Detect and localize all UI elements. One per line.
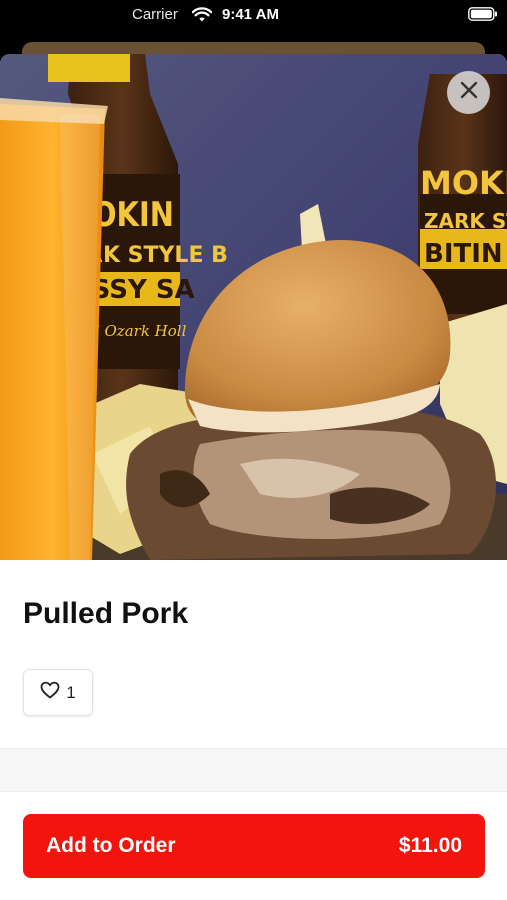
- battery-icon: [468, 7, 498, 26]
- status-bar: Carrier 9:41 AM: [0, 0, 507, 42]
- like-button[interactable]: 1: [23, 669, 93, 716]
- carrier-label: Carrier: [132, 6, 178, 23]
- clock-time: 9:41 AM: [222, 6, 279, 23]
- heart-icon: [40, 681, 60, 704]
- bottle-right-label-1: MOKIN: [420, 164, 507, 202]
- order-price: $11.00: [398, 834, 462, 857]
- wifi-icon: [191, 7, 213, 28]
- like-count: 1: [66, 682, 76, 702]
- bottle-right-label-2: ZARK STY: [424, 209, 507, 233]
- item-photo: OKIN RK STYLE B ISSY SA al Ozark Holl MO…: [0, 54, 507, 560]
- item-title: Pulled Pork: [23, 597, 189, 630]
- item-detail-sheet: OKIN RK STYLE B ISSY SA al Ozark Holl MO…: [0, 54, 507, 900]
- bottle-left-label-1: OKIN: [92, 196, 174, 235]
- bottle-left-label-4: al Ozark Holl: [86, 322, 187, 340]
- add-to-order-button[interactable]: Add to Order $11.00: [23, 814, 485, 878]
- add-to-order-label: Add to Order: [46, 834, 176, 857]
- close-button[interactable]: [447, 71, 490, 114]
- section-divider: [0, 748, 507, 792]
- bottle-right-label-3: BITIN: [424, 239, 503, 269]
- bottle-left-label-2: RK STYLE B: [86, 243, 228, 268]
- close-icon: [459, 80, 479, 105]
